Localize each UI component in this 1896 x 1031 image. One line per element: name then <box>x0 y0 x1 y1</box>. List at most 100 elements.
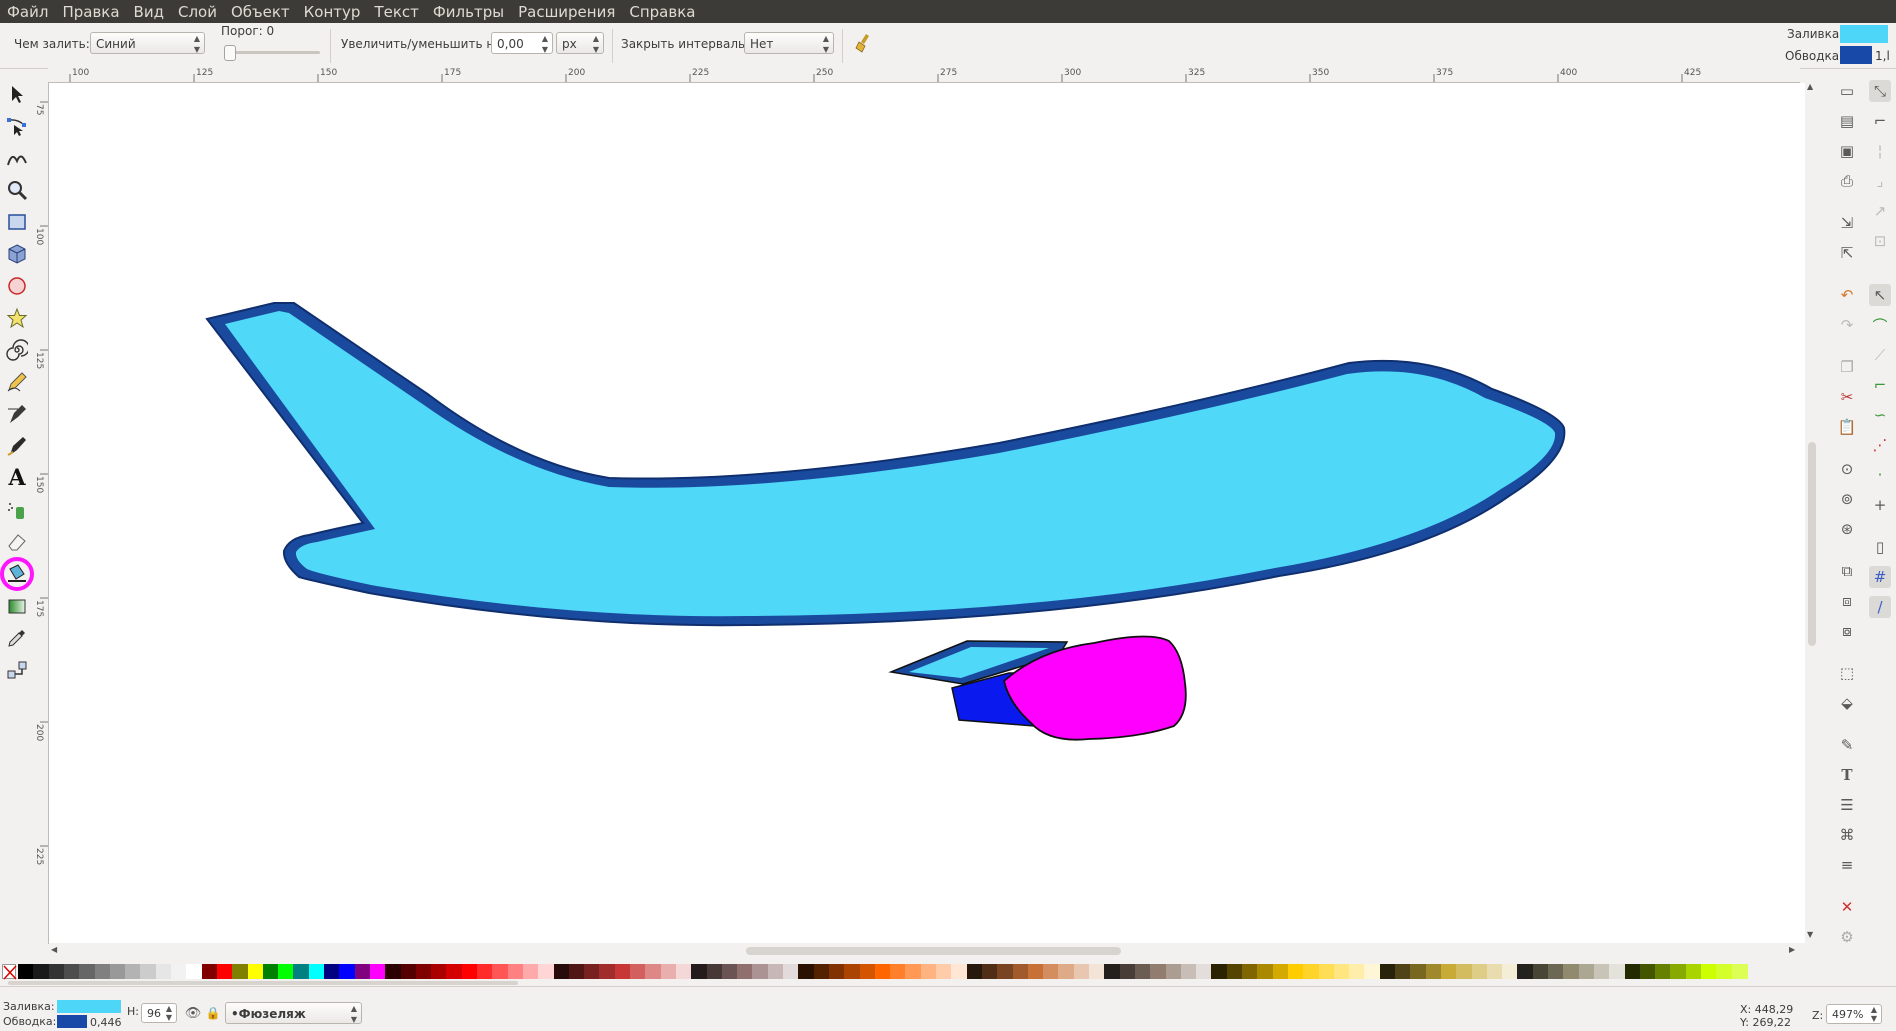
eraser-tool-icon[interactable] <box>3 528 31 556</box>
palette-swatch[interactable] <box>936 964 952 979</box>
palette-swatch[interactable] <box>262 964 279 979</box>
snap-page-border-icon[interactable]: ▯ <box>1869 536 1891 558</box>
palette-swatch[interactable] <box>354 964 371 979</box>
group-icon[interactable]: ⬚ <box>1836 662 1858 684</box>
palette-swatch[interactable] <box>1471 964 1488 979</box>
palette-swatch[interactable] <box>415 964 432 979</box>
snap-cusp-icon[interactable]: ⌐ <box>1869 374 1891 396</box>
palette-swatch[interactable] <box>308 964 325 979</box>
palette-swatch[interactable] <box>1655 964 1672 979</box>
menu-view[interactable]: Вид <box>127 0 171 22</box>
palette-swatch[interactable] <box>18 964 34 979</box>
zoom-input[interactable]: 497% ▲ ▼ <box>1826 1004 1882 1024</box>
new-document-icon[interactable]: ▭ <box>1836 80 1858 102</box>
menu-filters[interactable]: Фильтры <box>426 0 511 22</box>
palette-swatch[interactable] <box>1333 964 1350 979</box>
palette-swatch[interactable] <box>890 964 907 979</box>
palette-swatch[interactable] <box>1242 964 1258 979</box>
palette-swatch[interactable] <box>706 964 723 979</box>
menu-help[interactable]: Справка <box>622 0 702 22</box>
palette-swatch[interactable] <box>1532 964 1549 979</box>
palette-swatch[interactable] <box>1349 964 1366 979</box>
palette-swatch[interactable] <box>1119 964 1136 979</box>
palette-swatch[interactable] <box>1165 964 1182 979</box>
palette-swatch[interactable] <box>675 964 692 979</box>
current-layer-select[interactable]: •Фюзеляж ▲ ▼ <box>225 1002 362 1024</box>
spin-arrows-icon[interactable]: ▲ ▼ <box>166 1004 172 1022</box>
export-icon[interactable]: ⇱ <box>1836 242 1858 264</box>
palette-swatch[interactable] <box>492 964 509 979</box>
palette-swatch[interactable] <box>1731 964 1748 979</box>
print-icon[interactable]: ⎙ <box>1836 170 1858 192</box>
dropper-tool-icon[interactable] <box>3 624 31 652</box>
snap-bbox-corner-icon[interactable]: ⌟ <box>1869 170 1891 192</box>
palette-swatch[interactable] <box>951 964 968 979</box>
palette-swatch[interactable] <box>1134 964 1151 979</box>
palette-swatch[interactable] <box>278 964 295 979</box>
snap-enable-icon[interactable]: ⤡ <box>1869 80 1891 102</box>
palette-swatch[interactable] <box>783 964 799 979</box>
palette-swatch[interactable] <box>1563 964 1580 979</box>
threshold-slider-handle[interactable] <box>224 45 236 61</box>
palette-swatch[interactable] <box>1364 964 1381 979</box>
snap-bbox-icon[interactable]: ⌐ <box>1869 110 1891 132</box>
fill-color-swatch[interactable] <box>1840 25 1888 43</box>
palette-swatch[interactable] <box>568 964 585 979</box>
palette-swatch[interactable] <box>1303 964 1320 979</box>
palette-swatch[interactable] <box>1287 964 1304 979</box>
palette-swatch[interactable] <box>186 964 203 979</box>
palette-swatch[interactable] <box>1517 964 1534 979</box>
save-icon[interactable]: ▣ <box>1836 140 1858 162</box>
snap-rotation-center-icon[interactable]: + <box>1869 494 1891 516</box>
palette-swatch[interactable] <box>1701 964 1717 979</box>
palette-swatch[interactable] <box>522 964 539 979</box>
palette-swatch[interactable] <box>94 964 111 979</box>
opacity-input[interactable]: 96 ▲ ▼ <box>141 1003 177 1023</box>
ellipse-tool-icon[interactable] <box>3 272 31 300</box>
palette-swatch[interactable] <box>79 964 96 979</box>
palette-swatch[interactable] <box>171 964 187 979</box>
palette-swatch[interactable] <box>1073 964 1090 979</box>
vertical-ruler[interactable]: 75 100 125 150 175 200 225 <box>34 82 49 944</box>
menu-extensions[interactable]: Расширения <box>511 0 622 22</box>
xml-editor-icon[interactable]: ⌘ <box>1836 824 1858 846</box>
palette-swatch[interactable] <box>599 964 616 979</box>
palette-swatch[interactable] <box>721 964 738 979</box>
palette-swatch[interactable] <box>584 964 601 979</box>
palette-swatch[interactable] <box>201 964 218 979</box>
layer-visibility-eye-icon[interactable]: 👁 <box>182 1002 204 1024</box>
spiral-tool-icon[interactable] <box>3 336 31 364</box>
scroll-left-icon[interactable]: ◀ <box>51 945 57 954</box>
pencil-tool-icon[interactable] <box>3 368 31 396</box>
palette-swatch[interactable] <box>691 964 708 979</box>
duplicate-icon[interactable]: ⧉ <box>1836 560 1858 582</box>
palette-scroll-thumb[interactable] <box>8 981 518 985</box>
palette-swatch[interactable] <box>155 964 172 979</box>
palette-swatch[interactable] <box>140 964 157 979</box>
palette-swatch[interactable] <box>247 964 264 979</box>
palette-swatch[interactable] <box>1180 964 1197 979</box>
palette-swatch[interactable] <box>630 964 646 979</box>
palette-swatch[interactable] <box>1043 964 1060 979</box>
horizontal-scroll-thumb[interactable] <box>746 947 1121 955</box>
vertical-scroll-thumb[interactable] <box>1808 442 1816 646</box>
palette-swatch[interactable] <box>813 964 830 979</box>
snap-grid-icon[interactable]: # <box>1869 566 1891 588</box>
palette-swatch[interactable] <box>324 964 340 979</box>
palette-swatch[interactable] <box>1502 964 1519 979</box>
palette-swatch[interactable] <box>232 964 249 979</box>
unlink-clone-icon[interactable]: ⧇ <box>1836 620 1858 642</box>
menu-layer[interactable]: Слой <box>171 0 224 22</box>
palette-swatch[interactable] <box>507 964 524 979</box>
layer-lock-icon[interactable]: 🔒 <box>202 1002 224 1024</box>
palette-swatch[interactable] <box>1257 964 1274 979</box>
spin-arrows-icon[interactable]: ▲ ▼ <box>1871 1005 1877 1023</box>
palette-swatch[interactable] <box>1104 964 1121 979</box>
palette-swatch[interactable] <box>1012 964 1029 979</box>
rectangle-tool-icon[interactable] <box>3 208 31 236</box>
palette-swatch[interactable] <box>905 964 922 979</box>
palette-swatch[interactable] <box>63 964 80 979</box>
import-icon[interactable]: ⇲ <box>1836 212 1858 234</box>
no-paint-swatch[interactable] <box>2 964 17 980</box>
palette-swatch[interactable] <box>660 964 677 979</box>
